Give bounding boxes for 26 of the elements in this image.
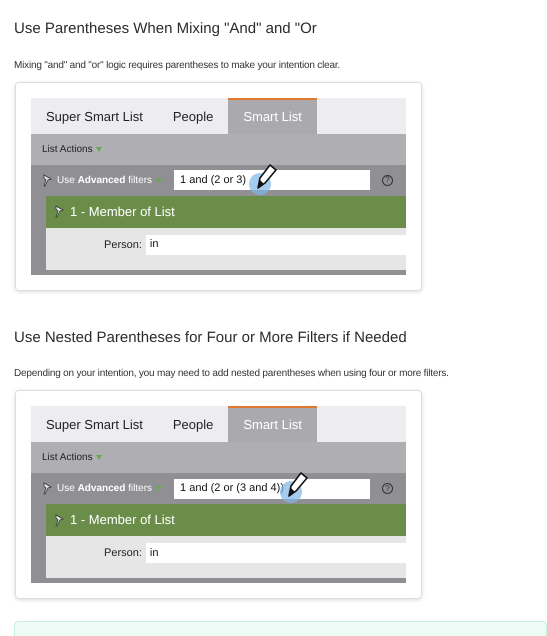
person-field[interactable]: in	[146, 543, 406, 563]
pin-icon	[54, 205, 65, 218]
section-heading: Use Nested Parentheses for Four or More Filters if Needed	[14, 328, 408, 348]
dropdown-arrow-icon[interactable]	[96, 455, 102, 460]
list-actions-menu[interactable]: List Actions	[42, 450, 93, 465]
dropdown-arrow-icon[interactable]	[96, 146, 102, 152]
section-text: Mixing "and" and "or" logic requires parentheses to make your intention clear.	[14, 58, 342, 72]
list-actions-menu[interactable]: List Actions	[42, 142, 93, 156]
section-heading: Use Parentheses When Mixing "And" and "Or	[14, 19, 318, 39]
tab[interactable]: Super Smart List	[31, 406, 158, 442]
filter-title: 1 - Member of List	[70, 202, 175, 221]
pin-icon	[42, 482, 53, 495]
tab[interactable]: People	[158, 406, 228, 442]
dropdown-arrow-icon[interactable]	[156, 486, 162, 491]
tab[interactable]: People	[158, 98, 228, 134]
field-label: Person:	[104, 546, 142, 561]
section-text: Depending on your intention, you may need to add nested parentheses when using four or more filters.	[14, 367, 450, 381]
help-icon[interactable]: ?	[382, 174, 393, 186]
field-label: Person:	[104, 238, 142, 252]
tab[interactable]: Super Smart List	[31, 98, 158, 134]
pin-icon	[42, 174, 53, 186]
filter-title: 1 - Member of List	[70, 511, 175, 530]
help-icon[interactable]: ?	[382, 483, 393, 494]
pin-icon	[54, 514, 65, 526]
dropdown-arrow-icon[interactable]	[156, 178, 162, 182]
person-field[interactable]: in	[146, 234, 406, 254]
